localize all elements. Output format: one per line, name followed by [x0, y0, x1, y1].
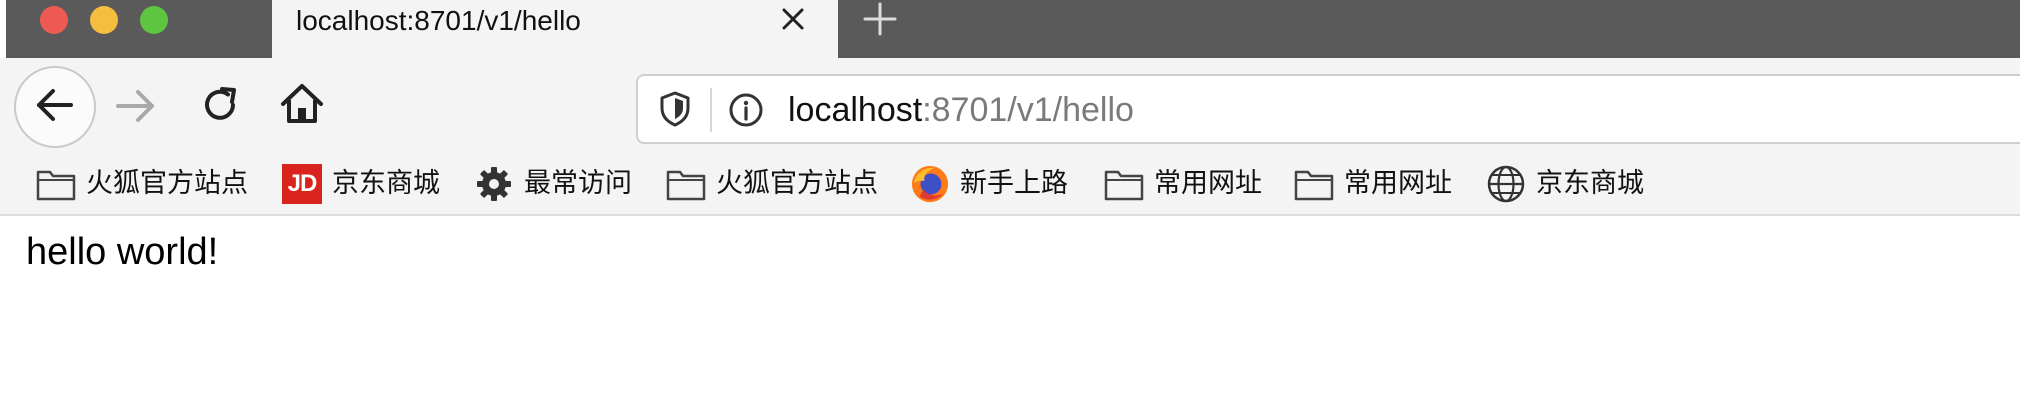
bookmark-item-5[interactable]: 新手上路 [910, 164, 1068, 204]
url-text[interactable]: localhost:8701/v1/hello [788, 90, 1134, 130]
bookmark-item-7[interactable]: 常用网址 [1294, 164, 1452, 204]
bookmark-label: 最常访问 [524, 168, 632, 199]
page-body-text: hello world! [26, 231, 219, 273]
arrow-left-icon [33, 83, 77, 132]
bookmark-label: 火狐官方站点 [716, 168, 878, 199]
globe-icon [1486, 164, 1526, 204]
plus-icon[interactable] [860, 0, 900, 40]
address-bar[interactable]: localhost:8701/v1/hello [636, 74, 2020, 144]
home-button[interactable] [276, 80, 328, 132]
gear-icon [474, 164, 514, 204]
shield-icon[interactable] [658, 90, 692, 128]
bookmark-item-3[interactable]: 最常访问 [474, 164, 632, 204]
bookmark-item-4[interactable]: 火狐官方站点 [666, 164, 878, 204]
reload-icon [199, 83, 243, 132]
jd-logo-icon: JD [282, 164, 322, 204]
tab-strip: localhost:8701/v1/hello [0, 0, 2020, 58]
folder-icon [666, 164, 706, 204]
close-window-button[interactable] [40, 6, 68, 34]
minimize-window-button[interactable] [90, 6, 118, 34]
folder-icon [1294, 164, 1334, 204]
folder-icon [1104, 164, 1144, 204]
page-content: hello world! [0, 216, 2020, 394]
bookmark-label: 京东商城 [1536, 168, 1644, 199]
tab-active[interactable]: localhost:8701/v1/hello [272, 0, 838, 58]
bookmark-item-2[interactable]: JD 京东商城 [282, 164, 440, 204]
bookmark-label: 京东商城 [332, 168, 440, 199]
firefox-icon [910, 164, 950, 204]
bookmark-item-1[interactable]: 火狐官方站点 [36, 164, 248, 204]
tab-strip-right-area [838, 0, 2020, 58]
bookmark-label: 火狐官方站点 [86, 168, 248, 199]
browser-window: localhost:8701/v1/hello localhost:8701/v… [0, 0, 2020, 394]
bookmarks-toolbar: 火狐官方站点 JD 京东商城 最常访问 火狐官方站点 新手上路 常用网址 常用网… [0, 154, 2020, 216]
close-icon[interactable] [776, 2, 810, 36]
arrow-right-icon [112, 82, 160, 135]
zoom-window-button[interactable] [140, 6, 168, 34]
url-host: localhost [788, 91, 923, 129]
forward-button[interactable] [112, 84, 160, 132]
reload-button[interactable] [196, 82, 246, 132]
bookmark-label: 新手上路 [960, 168, 1068, 199]
url-separator [710, 88, 712, 132]
back-button[interactable] [14, 66, 96, 148]
tab-title: localhost:8701/v1/hello [296, 5, 581, 36]
bookmark-item-8[interactable]: 京东商城 [1486, 164, 1644, 204]
navigation-toolbar: localhost:8701/v1/hello [0, 58, 2020, 154]
info-icon[interactable] [728, 92, 764, 128]
url-path: :8701/v1/hello [922, 91, 1134, 129]
bookmark-label: 常用网址 [1344, 168, 1452, 199]
bookmark-item-6[interactable]: 常用网址 [1104, 164, 1262, 204]
bookmark-label: 常用网址 [1154, 168, 1262, 199]
home-icon [279, 81, 325, 132]
folder-icon [36, 164, 76, 204]
